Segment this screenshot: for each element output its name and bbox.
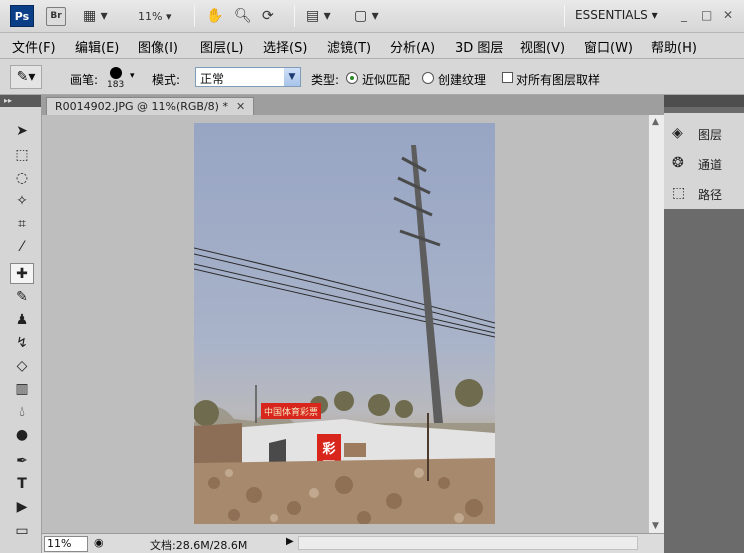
screen-mode-icon[interactable]: ▢ ▾ (354, 7, 379, 26)
status-arrow-icon[interactable]: ▶ (286, 536, 294, 547)
history-brush-icon[interactable]: ↯ (10, 333, 34, 354)
menu-layer[interactable]: 图层(L) (200, 37, 243, 56)
scroll-down-icon[interactable]: ▼ (652, 521, 659, 531)
eraser-icon[interactable]: ◇ (10, 356, 34, 377)
menu-analysis[interactable]: 分析(A) (390, 37, 435, 56)
close-button[interactable]: ✕ (723, 8, 733, 22)
lottery-banner-text: 中国体育彩票 (264, 406, 318, 418)
paths-icon: ⬚ (672, 185, 686, 201)
panel-layers[interactable]: ◈ 图层 (670, 121, 740, 145)
panel-channels[interactable]: ❂ 通道 (670, 151, 740, 175)
workspace-name: ESSENTIALS (575, 8, 648, 22)
mode-select[interactable]: 正常 ▼ (195, 67, 301, 87)
document-tab[interactable]: R0014902.JPG @ 11%(RGB/8) * ✕ (46, 97, 255, 115)
brush-dropdown-icon[interactable]: ▾ (130, 71, 135, 81)
document-image[interactable]: 中国体育彩票 彩 票 (194, 123, 495, 524)
mode-label: 模式: (152, 73, 181, 87)
arrange-documents-icon[interactable]: ▤ ▾ (306, 7, 331, 26)
menu-window[interactable]: 窗口(W) (584, 37, 633, 56)
bridge-button[interactable]: Br (46, 7, 66, 26)
rotate-view-icon[interactable]: ⟳ (262, 7, 274, 26)
radio-create-texture[interactable] (422, 72, 434, 84)
tool-preset-picker[interactable]: ✎▾ (10, 65, 42, 89)
menu-help[interactable]: 帮助(H) (651, 37, 697, 56)
photo-illustration: 中国体育彩票 彩 票 (194, 145, 495, 524)
menu-3d[interactable]: 3D 图层 (455, 37, 503, 56)
right-panel-dock: ◈ 图层 ❂ 通道 ⬚ 路径 (664, 95, 744, 553)
menu-filter[interactable]: 滤镜(T) (327, 37, 371, 56)
menu-file[interactable]: 文件(F) (12, 37, 56, 56)
document-tab-title: R0014902.JPG @ 11%(RGB/8) * (55, 100, 228, 113)
crop-tool-icon[interactable]: ⌗ (10, 214, 34, 235)
chevron-down-icon: ▼ (284, 68, 300, 86)
maximize-button[interactable]: □ (701, 8, 712, 22)
channels-icon: ❂ (672, 155, 684, 171)
menu-bar: 文件(F) 编辑(E) 图像(I) 图层(L) 选择(S) 滤镜(T) 分析(A… (0, 33, 744, 59)
eyedropper-icon[interactable]: ⁄ (10, 237, 34, 258)
sample-all-layers-checkbox[interactable] (502, 72, 513, 83)
scroll-up-icon[interactable]: ▲ (652, 117, 659, 127)
panel-layers-label: 图层 (698, 128, 723, 142)
app-bar: Ps Br ▦ ▾ 11% ▾ ✋ 🔍︎ ⟳ ▤ ▾ ▢ ▾ ESSENTIAL… (0, 0, 744, 33)
brush-tool-icon[interactable]: ✎ (10, 287, 34, 308)
sample-all-layers-label: 对所有图层取样 (516, 73, 601, 87)
panel-list: ◈ 图层 ❂ 通道 ⬚ 路径 (664, 113, 744, 209)
panel-channels-label: 通道 (698, 158, 723, 172)
shape-tool-icon[interactable]: ▭ (10, 521, 34, 542)
document-info: 文档:28.6M/28.6M (150, 539, 248, 552)
horizontal-scrollbar[interactable] (298, 536, 638, 550)
healing-brush-icon[interactable]: ✚ (10, 263, 34, 284)
lasso-tool-icon[interactable]: ◌ (10, 168, 34, 189)
radio-approx-match[interactable] (346, 72, 358, 84)
brush-preview-icon[interactable] (110, 67, 122, 79)
view-extras-icon[interactable]: ▦ ▾ (83, 7, 108, 26)
document-tab-bar: R0014902.JPG @ 11%(RGB/8) * ✕ (42, 95, 664, 115)
type-tool-icon[interactable]: T (10, 474, 34, 495)
move-tool-icon[interactable]: ➤ (10, 121, 34, 142)
menu-view[interactable]: 视图(V) (520, 37, 565, 56)
svg-text:彩: 彩 (321, 441, 335, 457)
menu-edit[interactable]: 编辑(E) (75, 37, 119, 56)
minimize-button[interactable]: _ (681, 8, 687, 22)
zoom-dropdown[interactable]: 11% ▾ (138, 7, 171, 26)
path-selection-icon[interactable]: ▶ (10, 497, 34, 518)
radio-approx-label: 近似匹配 (362, 73, 411, 87)
pen-tool-icon[interactable]: ✒ (10, 451, 34, 472)
brush-label: 画笔: (70, 73, 99, 87)
dodge-tool-icon[interactable]: ● (10, 425, 34, 446)
hand-tool-icon[interactable]: ✋ (206, 7, 223, 26)
workspace-switcher[interactable]: ESSENTIALS ▾ (575, 8, 658, 22)
status-bar: 11% ◉ 文档:28.6M/28.6M ▶ (42, 533, 664, 553)
gradient-tool-icon[interactable]: ▥ (10, 379, 34, 400)
clone-stamp-icon[interactable]: ♟ (10, 310, 34, 331)
blur-tool-icon[interactable]: 💧︎ (10, 402, 34, 423)
panel-paths[interactable]: ⬚ 路径 (670, 181, 740, 205)
radio-texture-label: 创建纹理 (438, 73, 487, 87)
menu-select[interactable]: 选择(S) (263, 37, 307, 56)
magic-wand-icon[interactable]: ✧ (10, 191, 34, 212)
type-label: 类型: (311, 73, 340, 87)
zoom-tool-icon[interactable]: 🔍︎ (234, 7, 252, 26)
options-bar: ✎▾ 画笔: 183 ▾ 模式: 正常 ▼ 类型: 近似匹配 创建纹理 对所有图… (0, 59, 744, 95)
canvas-area[interactable]: 中国体育彩票 彩 票 (42, 115, 648, 533)
toolbox: ▸▸ ➤ ⬚ ◌ ✧ ⌗ ⁄ ✚ ✎ ♟ ↯ ◇ ▥ 💧︎ ● ✒ T ▶ ▭ (0, 95, 42, 553)
zoom-field[interactable]: 11% (44, 536, 88, 552)
panel-paths-label: 路径 (698, 188, 723, 202)
layers-icon: ◈ (672, 125, 683, 141)
zoom-level: 11% (138, 10, 163, 23)
panel-dock-collapse-icon[interactable] (664, 95, 744, 107)
brush-size: 183 (107, 80, 125, 90)
menu-image[interactable]: 图像(I) (138, 37, 178, 56)
marquee-tool-icon[interactable]: ⬚ (10, 145, 34, 166)
status-menu-icon[interactable]: ◉ (94, 536, 104, 549)
vertical-scrollbar[interactable]: ▲ ▼ (648, 115, 664, 533)
toolbox-collapse-icon[interactable]: ▸▸ (0, 95, 41, 107)
close-tab-icon[interactable]: ✕ (236, 100, 245, 113)
photoshop-logo[interactable]: Ps (10, 5, 34, 27)
mode-value: 正常 (200, 72, 225, 86)
